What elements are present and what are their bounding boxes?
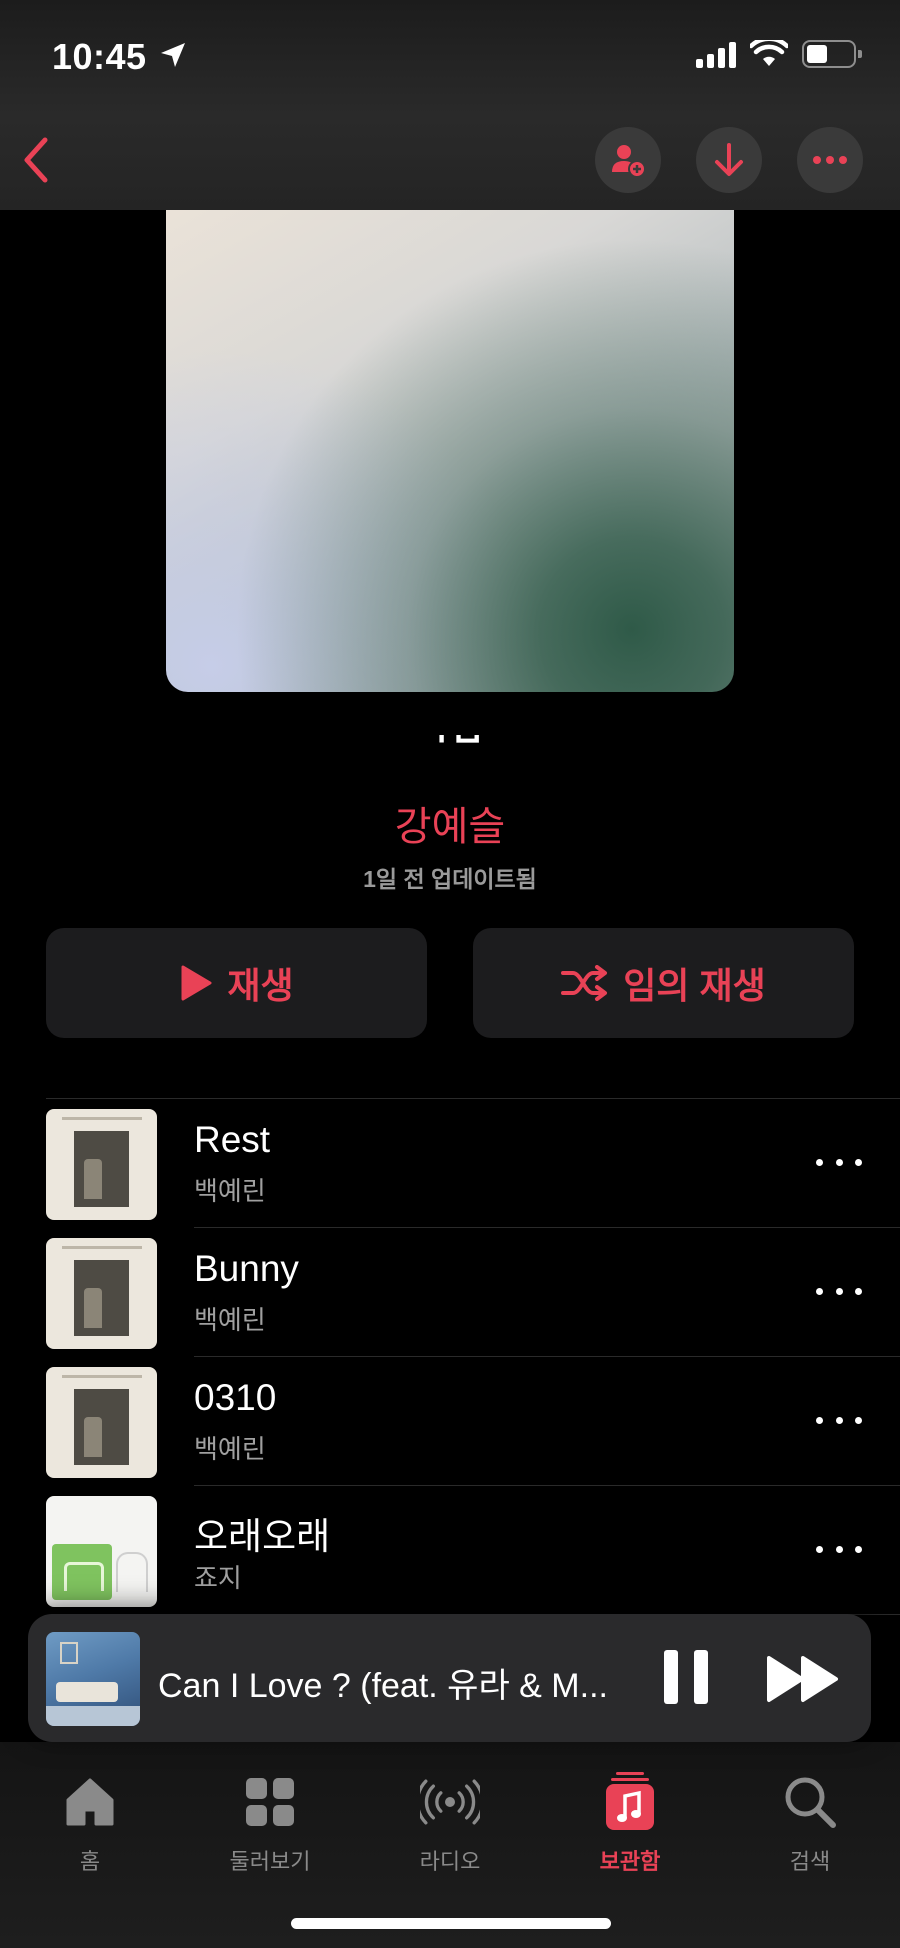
track-row[interactable]: Bunny 백예린 [0,1228,900,1357]
playlist-title-text: ㄱㅂ [415,735,485,756]
track-artwork [46,1496,157,1607]
mini-player[interactable]: Can I Love ? (feat. 유라 & M... [28,1614,871,1742]
shuffle-button[interactable]: 임의 재생 [473,928,854,1038]
search-icon [785,1777,836,1828]
play-icon [181,965,212,1001]
track-title: 0310 [194,1377,277,1418]
battery-icon [802,40,862,68]
chevron-left-icon [24,137,48,183]
play-button[interactable]: 재생 [46,928,427,1038]
tab-library[interactable]: 보관함 [565,1772,695,1882]
track-more-button[interactable] [816,1534,862,1564]
ellipsis-icon [813,156,847,164]
top-bar: 10:45 [0,0,900,210]
tab-radio[interactable]: 라디오 [385,1772,515,1882]
pause-icon-bar [664,1650,678,1704]
tab-browse[interactable]: 둘러보기 [205,1772,335,1882]
wifi-icon [750,40,788,66]
play-label: 재생 [227,965,294,1006]
tab-label: 라디오 [419,1849,481,1874]
track-row[interactable]: 0310 백예린 [0,1357,900,1486]
tab-label: 홈 [79,1849,101,1874]
track-artist: 백예린 [194,1305,266,1335]
playlist-curator[interactable]: 강예슬 [0,794,900,852]
track-artist: 백예린 [194,1176,266,1206]
download-arrow-icon [715,143,743,176]
track-title: 오래오래 [194,1516,331,1557]
location-arrow-icon [161,43,185,67]
add-collaborator-button[interactable] [595,127,661,193]
track-artist: 백예린 [194,1434,266,1464]
status-time: 10:45 [52,36,147,77]
track-more-button[interactable] [816,1147,862,1177]
tab-label: 둘러보기 [229,1849,311,1874]
home-icon [66,1778,114,1826]
track-artist: 죠지 [194,1563,242,1593]
playlist-artwork: ㄱㅂ [166,170,734,692]
shuffle-label: 임의 재생 [623,965,766,1006]
now-playing-title: Can I Love ? (feat. 유라 & M... [158,1667,608,1705]
tab-search[interactable]: 검색 [745,1772,875,1882]
pause-button[interactable] [664,1650,708,1704]
track-more-button[interactable] [816,1405,862,1435]
track-row[interactable]: 오래오래 죠지 [0,1486,900,1615]
fast-forward-button[interactable] [766,1652,840,1706]
track-artwork [46,1238,157,1349]
radio-icon [420,1779,480,1825]
cellular-signal-icon [696,40,736,68]
track-title: Bunny [194,1248,299,1289]
library-icon [606,1772,654,1830]
tab-label: 검색 [789,1849,831,1874]
tab-home[interactable]: 홈 [25,1772,155,1882]
playlist-updated: 1일 전 업데이트됨 [363,866,537,892]
track-more-button[interactable] [816,1276,862,1306]
track-title: Rest [194,1119,271,1160]
browse-grid-icon [246,1778,294,1826]
track-artwork [46,1109,157,1220]
home-indicator [291,1918,611,1929]
back-button[interactable] [14,130,58,190]
track-row[interactable]: Rest 백예린 [0,1099,900,1228]
person-add-icon [612,145,646,178]
download-button[interactable] [696,127,762,193]
playlist-title: ㄱㅂ [0,735,900,773]
track-artwork [46,1367,157,1478]
now-playing-artwork [46,1632,140,1726]
status-indicators [696,40,862,68]
shuffle-icon [561,965,608,1001]
more-options-button[interactable] [797,127,863,193]
pause-icon-bar [694,1650,708,1704]
tab-label: 보관함 [599,1849,661,1874]
